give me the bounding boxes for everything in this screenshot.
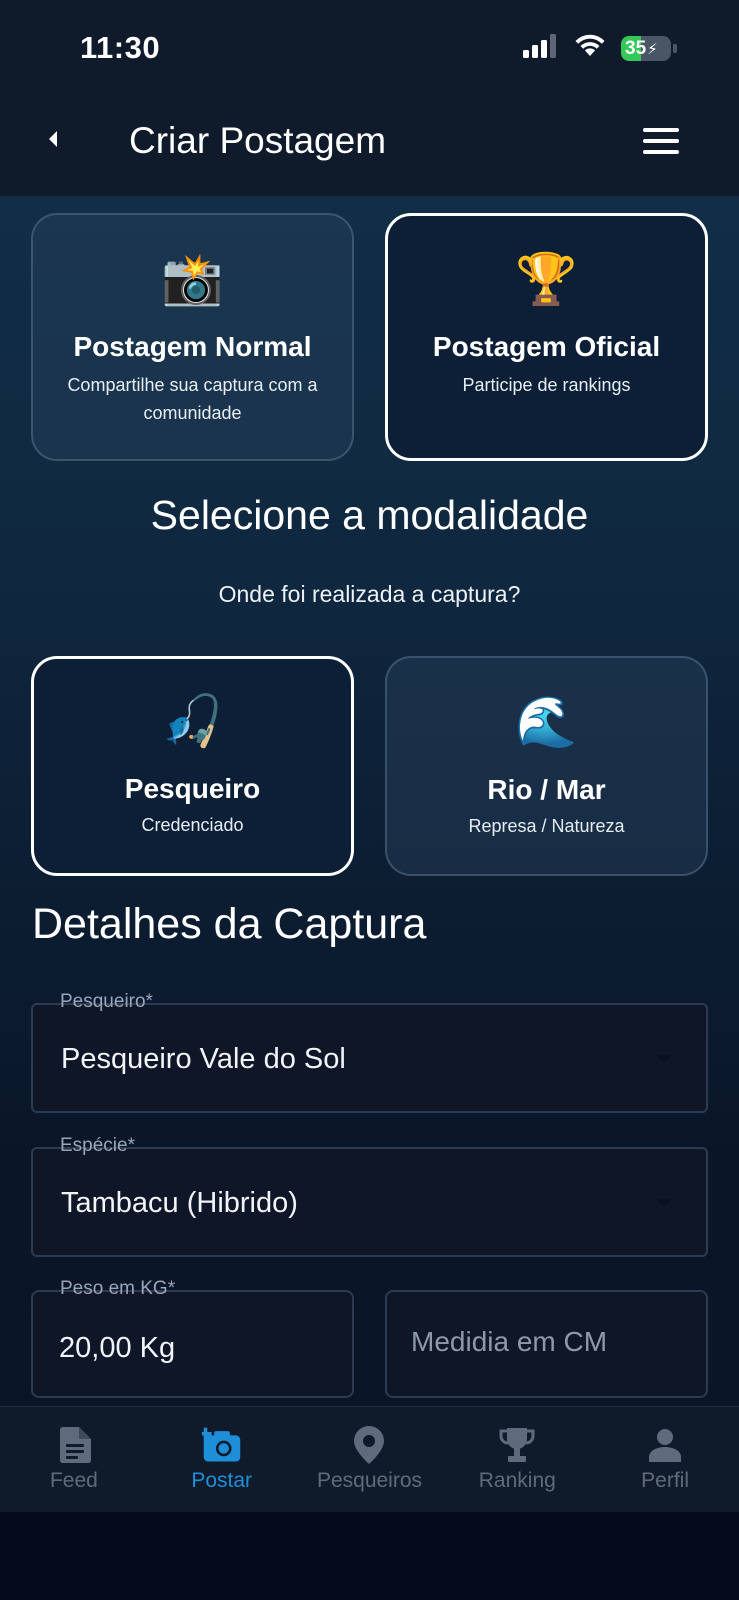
details-title: Detalhes da Captura xyxy=(32,900,427,948)
peso-input[interactable]: Peso em KG* 20,00 Kg xyxy=(31,1278,354,1398)
especie-value: Tambacu (Hibrido) xyxy=(61,1187,298,1219)
peso-label: Peso em KG* xyxy=(60,1278,176,1299)
hamburger-menu-icon xyxy=(643,128,679,132)
post-type-official-card[interactable]: 🏆 Postagem Oficial Participe de rankings xyxy=(385,213,708,461)
app-header: Criar Postagem xyxy=(0,96,739,196)
page-title: Criar Postagem xyxy=(129,120,387,161)
nav-feed-label: Feed xyxy=(49,1469,98,1492)
especie-select[interactable]: Espécie* Tambacu (Hibrido) xyxy=(31,1135,708,1257)
post-type-normal-card[interactable]: 📸 Postagem Normal Compartilhe sua captur… xyxy=(31,213,354,461)
status-bar: 11:30 35 ⚡ xyxy=(0,0,739,96)
medida-input[interactable]: Medidia em CM xyxy=(385,1290,708,1398)
nav-postar[interactable]: Postar xyxy=(148,1407,296,1512)
post-type-official-subtitle: Participe de rankings xyxy=(462,375,631,395)
nav-ranking-label: Ranking xyxy=(478,1469,556,1492)
modality-title: Selecione a modalidade xyxy=(150,492,589,538)
modality-pesqueiro-title: Pesqueiro xyxy=(124,773,261,804)
status-time: 11:30 xyxy=(80,30,161,65)
location-pin-icon xyxy=(349,1425,389,1465)
person-icon xyxy=(645,1425,685,1465)
status-icons: 35 ⚡ xyxy=(523,34,677,63)
modality-pesqueiro-subtitle: Credenciado xyxy=(141,815,244,835)
modality-rio-mar-title: Rio / Mar xyxy=(487,774,606,805)
menu-button[interactable] xyxy=(643,128,679,154)
nav-pesqueiros-label: Pesqueiros xyxy=(316,1469,423,1492)
post-type-normal-title: Postagem Normal xyxy=(73,331,312,362)
wave-icon: 🌊 xyxy=(515,694,578,750)
nav-perfil-label: Perfil xyxy=(641,1469,690,1492)
trophy-icon xyxy=(497,1425,537,1465)
document-icon xyxy=(54,1425,94,1465)
dropdown-caret-icon xyxy=(656,1199,672,1207)
create-post-form[interactable]: 📸 Postagem Normal Compartilhe sua captur… xyxy=(0,196,739,1406)
camera-flash-icon: 📸 xyxy=(161,251,224,307)
medida-placeholder: Medidia em CM xyxy=(411,1326,608,1357)
post-type-normal-subtitle: Compartilhe sua captura com a comunidade xyxy=(67,375,318,423)
pesqueiro-select[interactable]: Pesqueiro* Pesqueiro Vale do Sol xyxy=(31,991,708,1113)
dropdown-caret-icon xyxy=(656,1055,672,1063)
add-camera-icon xyxy=(201,1425,242,1465)
battery-level: 35 xyxy=(625,37,647,59)
especie-label: Espécie* xyxy=(60,1135,135,1156)
fishing-pole-icon: 🎣 xyxy=(161,693,224,749)
pesqueiro-label: Pesqueiro* xyxy=(60,991,153,1012)
nav-postar-label: Postar xyxy=(191,1469,253,1492)
home-indicator-area xyxy=(0,1512,739,1600)
battery-icon: 35 ⚡ xyxy=(621,36,677,61)
nav-perfil[interactable]: Perfil xyxy=(591,1407,739,1512)
post-type-official-title: Postagem Oficial xyxy=(432,331,661,362)
modality-rio-mar-subtitle: Represa / Natureza xyxy=(468,816,625,836)
modality-question: Onde foi realizada a captura? xyxy=(218,581,521,607)
modality-rio-mar-card[interactable]: 🌊 Rio / Mar Represa / Natureza xyxy=(385,656,708,876)
modality-pesqueiro-card[interactable]: 🎣 Pesqueiro Credenciado xyxy=(31,656,354,876)
pesqueiro-value: Pesqueiro Vale do Sol xyxy=(61,1043,346,1075)
bottom-nav: Feed Postar Pesqueiros Ranking Perfil xyxy=(0,1406,739,1512)
peso-value: 20,00 Kg xyxy=(59,1332,176,1364)
back-button[interactable] xyxy=(38,123,68,159)
chevron-left-icon xyxy=(47,129,59,154)
trophy-icon: 🏆 xyxy=(515,251,578,307)
nav-feed[interactable]: Feed xyxy=(0,1407,148,1512)
wifi-icon xyxy=(573,34,607,63)
nav-pesqueiros[interactable]: Pesqueiros xyxy=(296,1407,444,1512)
signal-icon xyxy=(523,34,559,63)
nav-ranking[interactable]: Ranking xyxy=(443,1407,591,1512)
